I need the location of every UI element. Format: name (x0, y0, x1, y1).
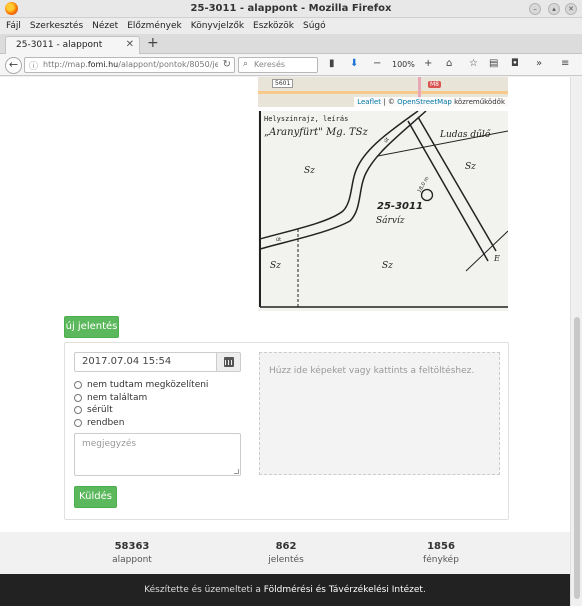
stat-photos-label: fénykép (423, 555, 459, 565)
stat-reports: 862 jelentés (226, 541, 346, 565)
sketch-ut-label: út (276, 236, 281, 243)
map-highway-label: M8 (428, 81, 441, 88)
overflow-chevron-icon[interactable]: » (536, 58, 542, 69)
new-tab-icon[interactable]: + (147, 35, 159, 51)
sketch-point-name: Sárvíz (376, 215, 405, 226)
sketch-ludas-label: Ludas dűlő (439, 129, 491, 140)
calendar-icon (224, 357, 234, 367)
stats-bar: 58363 alappont 862 jelentés 1856 fénykép (0, 532, 570, 574)
hamburger-menu-icon[interactable]: ≡ (561, 58, 569, 69)
maximize-icon[interactable]: ▴ (548, 3, 560, 15)
tab-bar: 25-3011 - alappont ✕ + (0, 34, 582, 54)
search-placeholder: Keresés (254, 60, 286, 69)
menu-tools[interactable]: Eszközök (253, 18, 294, 34)
tab-close-icon[interactable]: ✕ (126, 39, 134, 50)
stat-reports-label: jelentés (268, 555, 304, 565)
note-textarea[interactable]: megjegyzés (74, 433, 241, 476)
sketch-heading: Helyszínrajz, leírás (264, 115, 348, 123)
close-window-icon[interactable]: ✕ (565, 3, 577, 15)
sketch-sz-label: Sz (382, 261, 393, 271)
zoom-out-icon[interactable]: − (373, 58, 381, 69)
calendar-button[interactable] (216, 352, 241, 372)
leaflet-link[interactable]: Leaflet (357, 98, 381, 106)
new-report-button[interactable]: új jelentés (64, 316, 119, 338)
window-titlebar: 25-3011 - alappont - Mozilla Firefox – ▴… (0, 0, 582, 18)
stat-points-label: alappont (112, 555, 152, 565)
stat-points-value: 58363 (114, 541, 150, 552)
send-button[interactable]: Küldés (74, 486, 117, 508)
home-icon[interactable]: ⌂ (446, 58, 452, 69)
search-icon: ⌕ (243, 59, 249, 69)
zoom-level[interactable]: 100% (392, 60, 415, 69)
back-icon[interactable]: ← (5, 57, 22, 74)
radio-circle-icon[interactable] (74, 406, 82, 415)
location-sketch: Helyszínrajz, leírás „Aranyfürt" Mg. TSz… (258, 110, 509, 311)
sketch-e-label: E (493, 254, 500, 263)
sketch-farm-label: „Aranyfürt" Mg. TSz (264, 127, 368, 138)
site-info-icon[interactable]: ⓘ (29, 59, 38, 72)
tab-title: 25-3011 - alappont (16, 40, 103, 50)
tab-alappont[interactable]: 25-3011 - alappont ✕ (5, 36, 140, 54)
radio-circle-icon[interactable] (74, 393, 82, 402)
navigation-bar: ← ⓘ http://map.fomi.hu/alappont/pontok/8… (0, 54, 582, 76)
menu-edit[interactable]: Szerkesztés (30, 18, 83, 34)
menu-history[interactable]: Előzmények (127, 18, 182, 34)
clipboard-icon[interactable]: ▤ (489, 58, 498, 69)
radio-damaged[interactable]: sérült (74, 404, 208, 417)
image-upload-dropzone[interactable]: Húzz ide képeket vagy kattints a feltölt… (259, 352, 500, 475)
report-form-panel: 2017.07.04 15:54 nem tudtam megközelíten… (64, 342, 509, 520)
footer-org-link[interactable]: Földmérési és Távérzékelési Intézet (264, 585, 423, 595)
resize-grip-icon[interactable] (234, 469, 239, 474)
map-attribution: Leaflet | © OpenStreetMap közreműködők (354, 97, 508, 107)
radio-not-found[interactable]: nem találtam (74, 392, 208, 405)
window-title: 25-3011 - alappont - Mozilla Firefox (190, 3, 392, 14)
search-bar[interactable]: ⌕ Keresés (238, 57, 318, 73)
dropzone-text: Húzz ide képeket vagy kattints a feltölt… (269, 366, 475, 376)
status-radio-group: nem tudtam megközelíteni nem találtam sé… (74, 379, 208, 429)
note-placeholder: megjegyzés (82, 439, 137, 449)
map-road (258, 91, 508, 94)
url-text: http://map.fomi.hu/alappont/pontok/8050/… (43, 60, 218, 69)
date-input[interactable]: 2017.07.04 15:54 (74, 352, 217, 372)
stat-photos: 1856 fénykép (381, 541, 501, 565)
reader-icon[interactable]: ▮ (329, 58, 335, 69)
map-view[interactable]: 5601 M8 Leaflet | © OpenStreetMap közrem… (258, 77, 508, 107)
url-bar[interactable]: ⓘ http://map.fomi.hu/alappont/pontok/805… (24, 57, 235, 73)
radio-ok[interactable]: rendben (74, 417, 208, 430)
download-icon[interactable]: ⬇ (350, 58, 358, 69)
stat-reports-value: 862 (275, 541, 297, 552)
radio-circle-icon[interactable] (74, 381, 82, 390)
map-road-label: 5601 (272, 79, 294, 88)
reload-icon[interactable]: ↻ (223, 59, 231, 70)
page-footer: Készítette és üzemelteti a Földmérési és… (0, 574, 570, 606)
zoom-in-icon[interactable]: + (424, 58, 432, 69)
stat-photos-value: 1856 (427, 541, 455, 552)
menu-file[interactable]: Fájl (6, 18, 21, 34)
scrollbar-thumb[interactable] (574, 317, 580, 599)
menu-bar: Fájl Szerkesztés Nézet Előzmények Könyvj… (0, 18, 582, 34)
sketch-drawing: Helyszínrajz, leírás „Aranyfürt" Mg. TSz… (258, 110, 509, 311)
osm-link[interactable]: OpenStreetMap (397, 98, 452, 106)
page-scrollbar[interactable] (570, 77, 582, 606)
page-content: 5601 M8 Leaflet | © OpenStreetMap közrem… (0, 77, 570, 606)
pocket-icon[interactable]: ◘ (511, 58, 519, 69)
menu-bookmarks[interactable]: Könyvjelzők (191, 18, 244, 34)
sketch-sz-label: Sz (270, 261, 281, 271)
radio-circle-icon[interactable] (74, 418, 82, 427)
stat-points: 58363 alappont (72, 541, 192, 565)
radio-not-accessible[interactable]: nem tudtam megközelíteni (74, 379, 208, 392)
sketch-point-id: 25-3011 (377, 201, 423, 212)
minimize-icon[interactable]: – (529, 3, 541, 15)
menu-help[interactable]: Súgó (303, 18, 326, 34)
bookmark-star-icon[interactable]: ☆ (469, 58, 478, 69)
sketch-sz-label: Sz (465, 162, 476, 172)
sketch-sz-label: Sz (304, 166, 315, 176)
menu-view[interactable]: Nézet (92, 18, 118, 34)
